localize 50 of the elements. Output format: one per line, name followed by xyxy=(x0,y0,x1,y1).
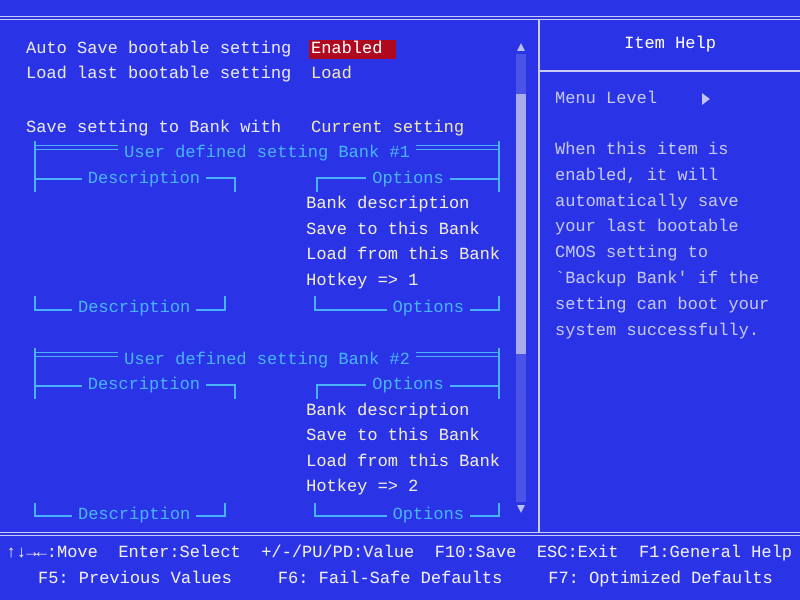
help-text: When this item is enabled, it will automatically save your last bootable CMOS setting to `Backup Bank' if the setting can boot your system successfully. xyxy=(555,140,770,343)
description-footer: Description xyxy=(72,299,196,318)
bank-option[interactable]: Bank description xyxy=(306,398,500,424)
setting-value[interactable]: Load xyxy=(309,65,354,84)
key-hint: +/-/PU/PD:Value xyxy=(261,544,414,562)
bank-option[interactable]: Load from this Bank xyxy=(306,450,500,475)
bank-title: User defined setting Bank #1 xyxy=(123,144,411,164)
key-hint: F1:General Help xyxy=(638,544,792,562)
key-hint: F7: Optimized Defaults xyxy=(548,570,773,588)
options-header: Options xyxy=(371,376,445,396)
frame-corner xyxy=(316,177,366,192)
description-header: Description xyxy=(86,376,201,396)
help-title: Item Help xyxy=(540,20,800,72)
frame-corner xyxy=(316,384,366,398)
bank-option[interactable]: Save to this Bank xyxy=(306,424,500,450)
bank-option[interactable]: Bank description xyxy=(306,192,500,218)
options-header: Options xyxy=(371,170,445,189)
key-hint: F10:Save xyxy=(434,544,516,562)
scrollbar-thumb[interactable] xyxy=(516,94,526,354)
scroll-up-icon[interactable] xyxy=(516,42,526,52)
description-footer: Description xyxy=(72,506,196,525)
frame-corner xyxy=(206,177,236,192)
frame-corner xyxy=(196,296,226,311)
bank-option[interactable]: Hotkey => 1 xyxy=(306,268,500,294)
options-footer: Options xyxy=(386,299,470,318)
frame-corner xyxy=(196,502,226,518)
frame-corner xyxy=(206,384,236,398)
bank-option[interactable]: Save to this Bank xyxy=(306,218,500,243)
key-hint: F6: Fail-Safe Defaults xyxy=(278,570,502,588)
frame-corner xyxy=(34,502,72,518)
key-hint: ↑↓→←:Move xyxy=(6,544,98,562)
bank-title: User defined setting Bank #2 xyxy=(123,350,411,370)
menu-level-label: Menu Level xyxy=(555,90,658,108)
scroll-down-icon[interactable] xyxy=(516,504,526,514)
key-hint: ESC:Exit xyxy=(536,544,618,562)
options-footer: Options xyxy=(386,506,470,525)
setting-value[interactable]: Enabled xyxy=(309,40,396,59)
bank-option[interactable]: Load from this Bank xyxy=(306,243,500,268)
bank-option[interactable]: Hotkey => 2 xyxy=(306,475,500,500)
key-hint: Enter:Select xyxy=(118,544,241,562)
setting-value[interactable]: Current setting xyxy=(309,119,466,138)
setting-label: Save setting to Bank with xyxy=(26,119,282,138)
setting-label: Auto Save bootable setting xyxy=(26,40,292,59)
frame-corner xyxy=(34,296,72,311)
frame-corner xyxy=(470,296,500,311)
setting-label: Load last bootable setting xyxy=(26,65,292,84)
key-hint: F5: Previous Values xyxy=(38,570,232,588)
description-header: Description xyxy=(86,170,201,189)
triangle-right-icon xyxy=(701,92,712,106)
frame-corner xyxy=(470,502,500,518)
